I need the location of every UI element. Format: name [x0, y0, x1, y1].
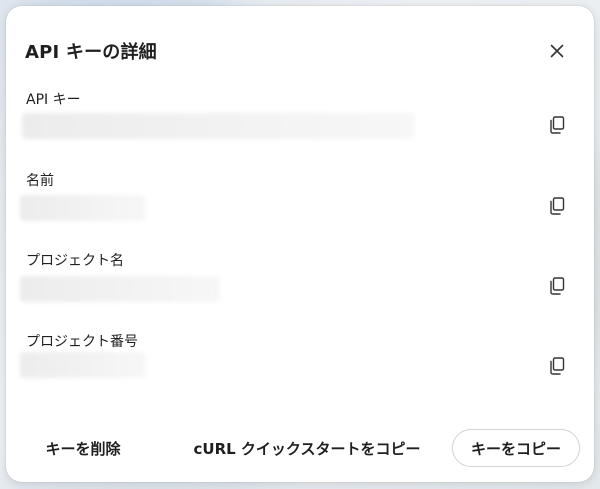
api-key-value-redacted — [22, 113, 414, 139]
copy-curl-quickstart-button[interactable]: cURL クイックスタートをコピー — [172, 429, 442, 467]
project-number-value-redacted — [20, 352, 146, 378]
api-key-details-dialog: API キーの詳細 API キー 名前 プロジェクト名 プロジェクト番号 キーを… — [6, 6, 594, 482]
project-name-value-redacted — [20, 276, 220, 302]
copy-project-number-button[interactable] — [546, 357, 568, 379]
copy-icon — [549, 116, 565, 138]
close-icon — [550, 43, 564, 62]
close-button[interactable] — [544, 39, 570, 65]
dialog-title: API キーの詳細 — [25, 42, 157, 63]
delete-key-button[interactable]: キーを削除 — [28, 429, 138, 467]
copy-key-button[interactable]: キーをコピー — [452, 429, 580, 467]
copy-api-key-button[interactable] — [546, 116, 568, 138]
name-label: 名前 — [26, 173, 54, 189]
api-key-label: API キー — [26, 92, 81, 108]
project-number-label: プロジェクト番号 — [26, 334, 138, 350]
copy-icon — [549, 277, 565, 299]
project-name-label: プロジェクト名 — [26, 253, 124, 269]
copy-icon — [549, 357, 565, 379]
copy-icon — [549, 197, 565, 219]
copy-project-name-button[interactable] — [546, 277, 568, 299]
name-value-redacted — [20, 195, 146, 221]
copy-name-button[interactable] — [546, 197, 568, 219]
